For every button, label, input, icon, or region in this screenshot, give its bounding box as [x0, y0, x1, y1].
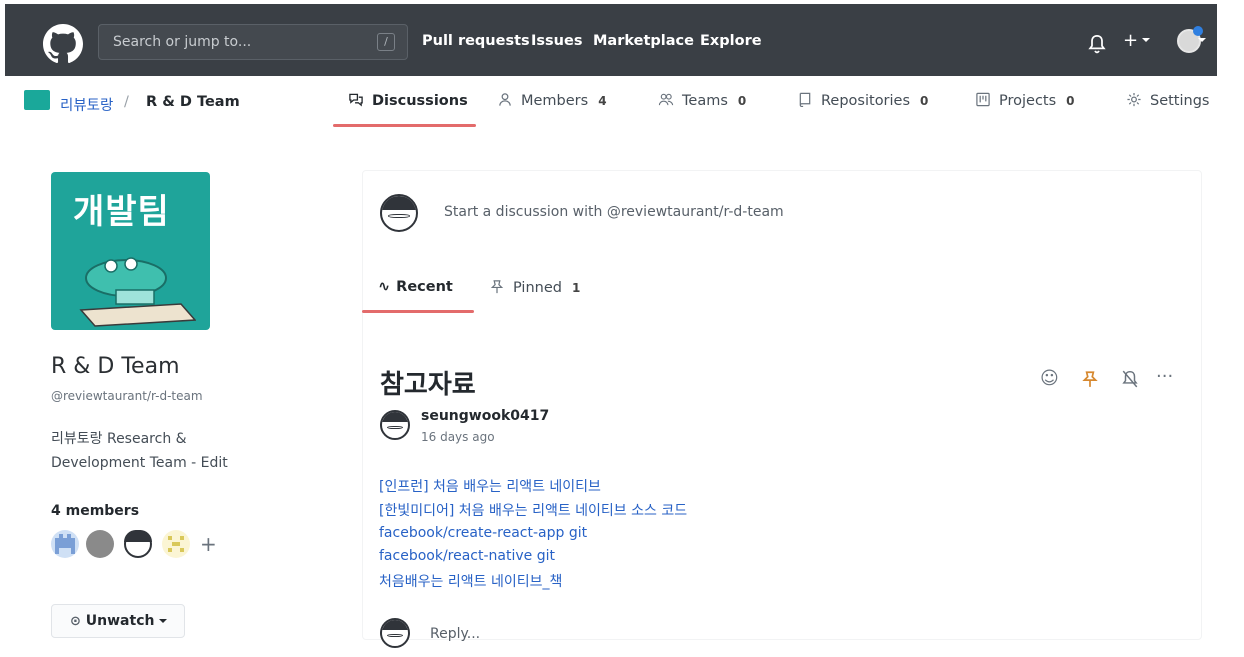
reply-input[interactable]: Reply... — [430, 626, 480, 642]
subtab-recent[interactable]: ∿ Recent — [378, 279, 453, 295]
eye-icon: ⊙ — [70, 614, 81, 629]
tab-projects-label: Projects — [999, 93, 1057, 109]
pixel-invader-icon — [55, 534, 75, 554]
subtab-pinned[interactable]: Pinned 1 — [489, 279, 580, 296]
pin-icon — [490, 280, 504, 294]
breadcrumb-separator: / — [124, 94, 129, 110]
projects-count: 0 — [1066, 94, 1075, 108]
current-user-avatar — [380, 194, 418, 232]
nav-pull-requests[interactable]: Pull requests — [422, 33, 530, 49]
add-member-icon[interactable]: + — [200, 532, 217, 556]
person-icon — [499, 93, 511, 106]
tab-teams[interactable]: Teams 0 — [658, 92, 746, 109]
smiley-icon[interactable]: ☺ — [1040, 368, 1059, 389]
nav-marketplace[interactable]: Marketplace — [593, 33, 694, 49]
tab-members[interactable]: Members 4 — [497, 92, 607, 109]
pin-icon[interactable] — [1081, 370, 1099, 388]
nav-issues[interactable]: Issues — [531, 33, 582, 49]
pulse-icon: ∿ — [378, 279, 391, 295]
member-avatar[interactable] — [51, 530, 79, 558]
tab-repositories-label: Repositories — [821, 93, 911, 109]
tab-members-label: Members — [521, 93, 589, 109]
post-timestamp[interactable]: 16 days ago — [421, 430, 495, 444]
member-avatar[interactable] — [124, 530, 152, 558]
unwatch-label: Unwatch — [85, 613, 155, 629]
reply-avatar — [380, 618, 410, 648]
bell-icon[interactable] — [1088, 34, 1106, 54]
plus-icon[interactable]: + — [1123, 30, 1138, 51]
pinned-count: 1 — [571, 281, 581, 295]
start-discussion-input[interactable]: Start a discussion with @reviewtaurant/r… — [444, 204, 784, 220]
breadcrumb-org[interactable]: 리뷰토랑 — [60, 94, 113, 115]
project-icon — [976, 92, 990, 107]
bell-mute-icon[interactable] — [1121, 370, 1139, 388]
repositories-count: 0 — [920, 94, 929, 108]
team-name-heading: R & D Team — [51, 354, 180, 379]
subtab-recent-label: Recent — [396, 279, 453, 295]
post-author[interactable]: seungwook0417 — [421, 408, 549, 424]
tab-settings[interactable]: Settings — [1126, 92, 1209, 109]
breadcrumb-team[interactable]: R & D Team — [146, 94, 240, 110]
search-placeholder: Search or jump to... — [113, 34, 252, 50]
gear-icon — [1127, 92, 1141, 107]
search-shortcut-hint: / — [377, 33, 395, 51]
tab-repositories[interactable]: Repositories 0 — [797, 92, 928, 109]
team-handle: @reviewtaurant/r-d-team — [51, 389, 203, 403]
kebab-horizontal-icon[interactable]: ··· — [1156, 366, 1173, 387]
github-logo-icon[interactable] — [43, 24, 83, 64]
pixel-identicon-icon — [168, 536, 184, 552]
post-link[interactable]: facebook/create-react-app git — [379, 525, 587, 541]
members-count: 4 — [598, 94, 607, 108]
team-avatar-text: 개발팀 — [73, 192, 170, 232]
post-link[interactable]: facebook/react-native git — [379, 548, 555, 564]
search-input[interactable]: Search or jump to... / — [98, 24, 408, 60]
tab-discussions-label: Discussions — [372, 93, 468, 109]
post-link[interactable]: [한빛미디어] 처음 배우는 리액트 네이티브 소스 코드 — [379, 500, 687, 520]
post-link[interactable]: [인프런] 처음 배우는 리액트 네이티브 — [379, 476, 601, 496]
teams-count: 0 — [737, 94, 747, 108]
members-heading[interactable]: 4 members — [51, 503, 139, 519]
global-header: Search or jump to... / Pull requests Iss… — [5, 4, 1217, 76]
comment-discussion-icon — [349, 93, 363, 107]
active-tab-underline — [333, 124, 476, 127]
team-description-line: 리뷰토랑 Research & — [51, 431, 187, 447]
team-description-line: Development Team - Edit — [51, 455, 228, 471]
chevron-down-icon — [159, 619, 168, 623]
unwatch-button[interactable]: ⊙ Unwatch — [51, 604, 185, 638]
member-avatar[interactable] — [162, 530, 190, 558]
post-link[interactable]: 처음배우는 리액트 네이티브_책 — [379, 571, 562, 591]
notification-dot-icon — [1193, 26, 1203, 36]
author-avatar[interactable] — [380, 410, 410, 440]
team-avatar: 개발팀 — [51, 172, 210, 330]
org-logo[interactable] — [24, 90, 50, 110]
active-subtab-underline — [362, 310, 474, 313]
plus-caret-icon[interactable] — [1142, 38, 1150, 42]
team-description: 리뷰토랑 Research & Development Team - Edit — [51, 427, 251, 475]
repo-icon — [799, 92, 811, 107]
avatar-caret-icon[interactable] — [1198, 38, 1206, 42]
people-icon — [658, 93, 674, 106]
tab-teams-label: Teams — [682, 93, 728, 109]
tab-settings-label: Settings — [1150, 93, 1210, 109]
nav-explore[interactable]: Explore — [700, 33, 762, 49]
member-avatar[interactable] — [86, 530, 114, 558]
discussion-container — [362, 170, 1202, 640]
tab-projects[interactable]: Projects 0 — [975, 92, 1075, 109]
subtab-pinned-label: Pinned — [513, 280, 562, 296]
tab-discussions[interactable]: Discussions — [348, 92, 468, 109]
crocodile-illustration-icon — [79, 257, 196, 327]
team-nav: 리뷰토랑 / R & D Team Discussions Members 4 T… — [0, 80, 1244, 132]
post-title[interactable]: 참고자료 — [380, 364, 476, 401]
